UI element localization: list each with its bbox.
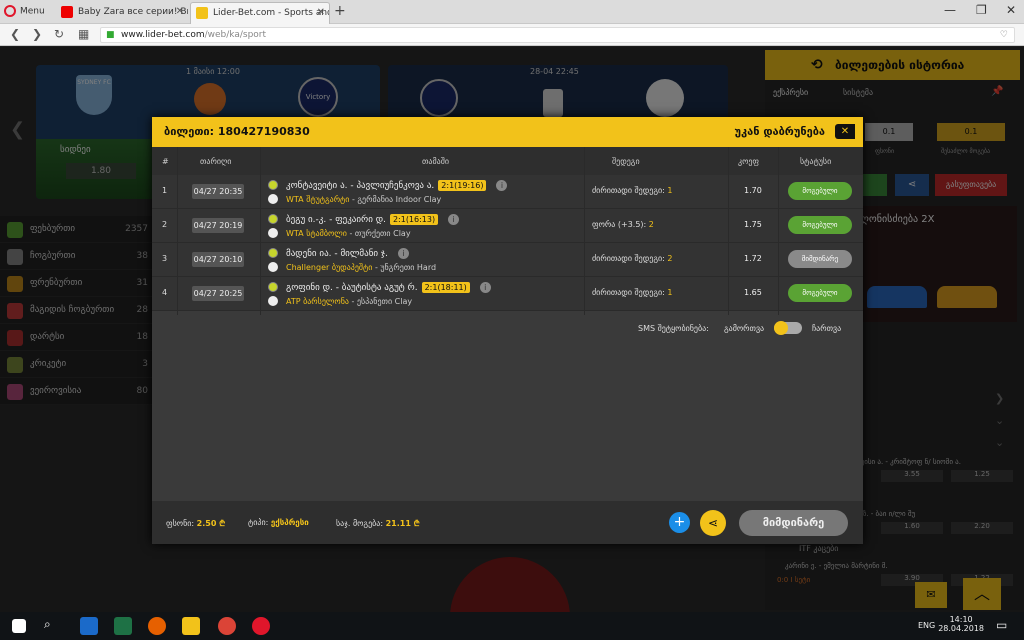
sms-off-label: გამორთვა [724,324,765,333]
tournament: Challenger ბუდაპეშტი - უნგრეთი Hard [286,263,437,272]
odd-value: 1.70 [744,186,762,195]
back-button[interactable]: უკან დაბრუნება [735,125,825,138]
speed-dial-icon[interactable]: ▦ [78,27,89,41]
search-icon[interactable]: ⌕ [44,617,62,635]
language-indicator[interactable]: ENG [918,621,935,630]
minimize-icon[interactable]: — [944,3,956,17]
bet-date: 04/27 20:35 [192,184,244,199]
youtube-icon [61,6,73,18]
live-score: 2:1(18:11) [421,282,470,293]
bookmark-heart-icon[interactable]: ♡ [1000,28,1008,43]
forward-icon[interactable]: ❯ [32,27,42,41]
bet-date: 04/27 20:25 [192,286,244,301]
column-divider [584,147,585,315]
add-icon[interactable]: + [669,512,690,533]
tour-logo-icon [268,194,278,204]
edge-icon[interactable] [80,617,98,635]
bet-row[interactable]: 3 04/27 20:10 მადენი ია. - მილმანი ჯ. i Chal… [152,243,863,277]
chrome-icon[interactable] [218,617,236,635]
info-icon[interactable]: i [397,248,409,259]
outcome: ძირითადი შედეგი: 1 [592,288,673,297]
share-icon[interactable]: ⋖ [700,510,726,536]
windows-taskbar: ⌕ ENG 14:10 28.04.2018 ▭ [0,612,1024,640]
close-tab-icon[interactable]: ✕ [317,3,325,23]
column-divider [778,147,779,315]
tournament: WTA შტუტგარტი - გერმანია Indoor Clay [286,195,442,204]
bet-type: ტიპი: ექსპრესი [248,518,309,527]
status-live-button[interactable]: მიმდინარე [739,510,848,536]
close-tab-icon[interactable]: ✕ [176,2,184,22]
ticket-details-modal: ბილეთი: 180427190830 უკან დაბრუნება ✕ # … [152,117,863,544]
tennis-ball-icon [268,214,278,224]
info-icon[interactable]: i [448,214,460,225]
tour-logo-icon [268,296,278,306]
live-score: 2:1(16:13) [389,214,439,225]
bet-row[interactable]: 1 04/27 20:35 კონტავეიტი ა. - პავლიუჩენკოვ… [152,175,863,209]
outcome: ძირითადი შედეგი: 2 [592,254,673,263]
sms-toggle[interactable] [774,321,802,335]
explorer-icon[interactable] [182,617,200,635]
info-icon[interactable]: i [496,180,508,191]
liderbet-icon [196,7,208,19]
odd-value: 1.75 [744,220,762,229]
sms-on-label: ჩართვა [812,324,842,333]
column-divider [177,147,178,315]
close-icon[interactable]: ✕ [835,124,855,139]
tab-baby-zara[interactable]: Baby Zara все серии! Вид ✕ [56,2,188,24]
bet-date: 04/27 20:10 [192,252,244,267]
match-name: კონტავეიტი ა. - პავლიუჩენკოვა ა. 2:1(19:1… [286,180,508,191]
outcome: ფორა (+3.5): 2 [592,220,654,229]
status-badge: მიმდინარე [788,250,852,268]
bet-date: 04/27 20:19 [192,218,244,233]
close-window-icon[interactable]: ✕ [1006,3,1016,17]
outcome: ძირითადი შედეგი: 1 [592,186,673,195]
column-divider [260,147,261,315]
ticket-title: ბილეთი: 180427190830 [164,125,310,138]
tennis-ball-icon [268,180,278,190]
match-name: ბეგუ ი.-კ. - ფეკაირი დ. 2:1(16:13) i [286,214,460,225]
odd-value: 1.65 [744,288,762,297]
firefox-icon[interactable] [148,617,166,635]
status-badge: მოგებული [788,284,852,302]
modal-footer: ფსონი: 2.50 ₾ ტიპი: ექსპრესი საჯ. მოგება… [152,501,863,544]
excel-icon[interactable] [114,617,132,635]
match-name: გოფინი დ. - ბაუტისტა აგუტ რ. 2:1(18:11) i [286,282,491,293]
lock-icon: ■ [106,30,115,40]
bet-row[interactable]: 4 04/27 20:25 გოფინი დ. - ბაუტისტა აგუტ რ.… [152,277,863,311]
back-icon[interactable]: ❮ [10,27,20,41]
match-name: მადენი ია. - მილმანი ჯ. i [286,248,409,259]
opera-menu-button[interactable]: Menu [4,5,45,17]
opera-icon [4,5,16,17]
odd-value: 1.72 [744,254,762,263]
reload-icon[interactable]: ↻ [54,27,64,41]
maximize-icon[interactable]: ❐ [976,3,987,17]
tennis-ball-icon [268,248,278,258]
browser-tab-bar: Menu Baby Zara все серии! Вид ✕ Lider-Be… [0,0,1024,24]
modal-header: ბილეთი: 180427190830 უკან დაბრუნება ✕ [152,117,863,147]
clock[interactable]: 14:10 28.04.2018 [938,615,984,633]
live-score: 2:1(19:16) [438,180,487,191]
tour-logo-icon [268,228,278,238]
status-badge: მოგებული [788,216,852,234]
tennis-ball-icon [268,282,278,292]
opera-icon[interactable] [252,617,270,635]
tournament: ATP ბარსელონა - ესპანეთი Clay [286,297,413,306]
notifications-icon[interactable]: ▭ [996,618,1007,632]
stake: ფსონი: 2.50 ₾ [166,519,226,528]
new-tab-button[interactable]: + [334,3,346,19]
column-divider [728,147,729,315]
tour-logo-icon [268,262,278,272]
sms-label: SMS შეტყობინება: [638,324,709,333]
tab-lider-bet[interactable]: Lider-Bet.com - Sports and ✕ [190,2,330,24]
info-icon[interactable]: i [479,282,491,293]
table-header: # თარიღი თამაში შედეგი კოეფ სტატუსი [152,147,863,175]
address-bar: ❮ ❯ ↻ ▦ ■ www.lider-bet.com/web/ka/sport… [0,24,1024,46]
windows-start-icon[interactable] [12,619,26,633]
tournament: WTA სტამბოლი - თურქეთი Clay [286,229,411,238]
bet-row[interactable]: 2 04/27 20:19 ბეგუ ი.-კ. - ფეკაირი დ. 2:1(1… [152,209,863,243]
url-field[interactable]: ■ www.lider-bet.com/web/ka/sport ♡ [100,27,1015,43]
possible-win: საჯ. მოგება: 21.11 ₾ [336,519,420,528]
status-badge: მოგებული [788,182,852,200]
